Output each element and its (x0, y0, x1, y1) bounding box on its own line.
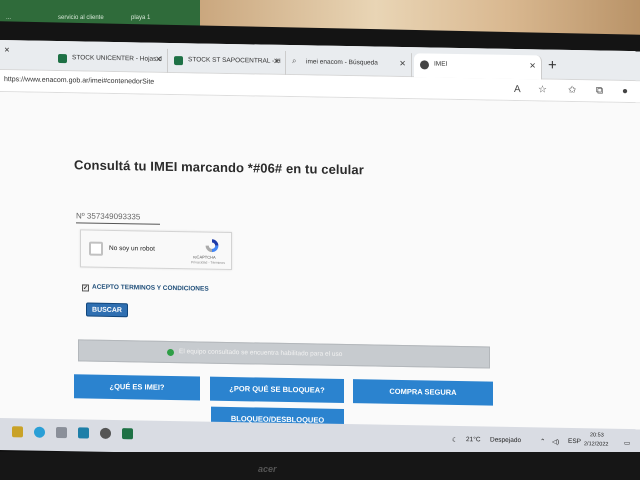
excel-icon (58, 54, 67, 64)
tab-imei[interactable]: IMEI ✕ (414, 53, 542, 80)
app-icon[interactable] (78, 427, 89, 439)
tab-label: STOCK ST SAPOCENTRAL - H (188, 56, 281, 65)
recaptcha-logo-icon (205, 239, 219, 253)
search-icon: ⌕ (292, 56, 297, 66)
language-indicator[interactable]: ESP (568, 438, 581, 445)
status-message: El equipo consultado se encuentra habili… (179, 348, 343, 358)
close-icon[interactable]: ✕ (155, 55, 162, 64)
recaptcha-widget[interactable]: No soy un robot reCAPTCHA Privacidad - T… (80, 229, 232, 271)
page-content: Consultá tu IMEI marcando *#06# en tu ce… (0, 92, 640, 452)
recaptcha-checkbox[interactable] (89, 241, 103, 256)
url-text: https://www.enacom.gob.ar/imei#contenedo… (4, 76, 155, 86)
monitor-bezel-bottom (0, 452, 640, 480)
tab-search[interactable]: ⌕ imei enacom - Búsqueda ✕ (286, 50, 412, 78)
close-icon[interactable]: ✕ (529, 61, 536, 70)
weather-text[interactable]: Despejado (490, 437, 521, 445)
monitor-brand-logo: acer (258, 464, 277, 474)
recaptcha-label: No soy un robot (109, 244, 155, 253)
edge-icon[interactable] (34, 426, 45, 438)
excel-icon (174, 56, 183, 66)
weather-temp[interactable]: 21°C (466, 436, 481, 443)
favorites-icon[interactable]: ✩ (568, 85, 576, 96)
close-icon[interactable]: ✕ (273, 57, 280, 66)
photo-scene: ... servicio al cliente playa 1 ✕ STOCK … (0, 0, 640, 480)
site-icon (420, 60, 429, 70)
excel-icon[interactable] (122, 428, 133, 440)
clock-date[interactable]: 2/12/2022 (584, 441, 608, 447)
check-circle-icon (167, 348, 174, 357)
terms-checkbox-row[interactable]: ✓ ACEPTO TERMINOS Y CONDICIONES (82, 283, 209, 293)
recaptcha-brand: reCAPTCHA (193, 254, 216, 260)
file-explorer-icon[interactable] (12, 426, 23, 438)
what-is-imei-button[interactable]: ¿QUÉ ES IMEI? (74, 374, 200, 401)
tab-label: imei enacom - Búsqueda (306, 58, 378, 67)
close-icon[interactable]: ✕ (4, 46, 10, 54)
close-icon[interactable]: ✕ (399, 59, 406, 68)
imei-input[interactable] (76, 209, 160, 225)
chrome-icon[interactable] (100, 427, 111, 439)
collections-icon[interactable]: ⧉ (596, 85, 603, 96)
search-button[interactable]: BUSCAR (86, 302, 128, 318)
notification-icon[interactable]: ▭ (624, 439, 630, 447)
recaptcha-privacy-link[interactable]: Privacidad - Términos (191, 260, 225, 265)
page-title: Consultá tu IMEI marcando *#06# en tu ce… (74, 157, 364, 178)
browser-window: ✕ STOCK UNICENTER - Hojas d ✕ STOCK ST S… (0, 40, 640, 452)
weather-icon[interactable]: ☾ (452, 436, 458, 444)
why-blocked-button[interactable]: ¿POR QUÉ SE BLOQUEA? (210, 376, 344, 404)
volume-icon[interactable]: ◁) (552, 438, 559, 446)
favorite-icon[interactable]: ☆ (538, 84, 547, 95)
terms-checkbox[interactable]: ✓ (82, 284, 89, 292)
new-tab-icon[interactable]: + (548, 57, 557, 74)
tab-stock-sapocentral[interactable]: STOCK ST SAPOCENTRAL - H ✕ (168, 48, 286, 75)
tab-label: STOCK UNICENTER - Hojas d (72, 54, 162, 63)
clock-time[interactable]: 20:53 (590, 432, 604, 438)
status-banner: El equipo consultado se encuentra habili… (78, 339, 490, 369)
tab-stock-unicenter[interactable]: STOCK UNICENTER - Hojas d ✕ (52, 46, 168, 73)
tray-chevron-icon[interactable]: ⌃ (540, 437, 545, 445)
app-icon[interactable] (56, 426, 67, 439)
tab-label: IMEI (434, 60, 448, 68)
terms-label: ACEPTO TERMINOS Y CONDICIONES (92, 283, 209, 293)
profile-icon[interactable]: ● (622, 86, 628, 97)
safe-purchase-button[interactable]: COMPRA SEGURA (353, 379, 493, 406)
read-aloud-icon[interactable]: A (514, 84, 521, 95)
